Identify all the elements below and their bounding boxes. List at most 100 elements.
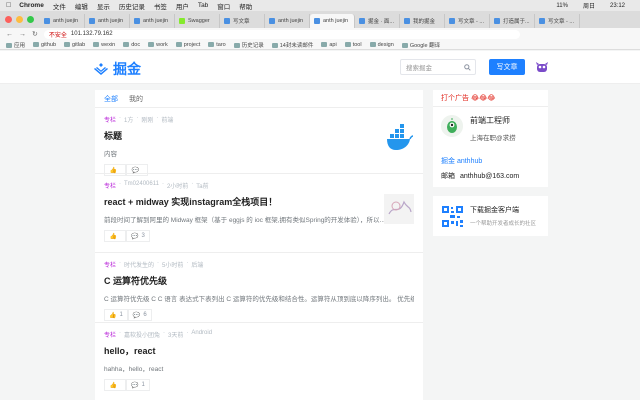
browser-tab[interactable]: 写文章 - ... xyxy=(535,14,580,28)
battery-level: 11% xyxy=(556,2,568,9)
logo-text: 掘金 xyxy=(113,61,141,77)
bookmark-item[interactable]: tool xyxy=(345,42,362,48)
browser-tab-active[interactable]: anth juejin xyxy=(310,14,355,28)
like-icon: 👍 xyxy=(109,167,118,174)
logo-icon xyxy=(94,63,108,75)
article-tag[interactable]: 专栏 xyxy=(104,330,116,339)
tab-all[interactable]: 全部 xyxy=(104,94,118,104)
article-author[interactable]: 1方 xyxy=(124,115,133,124)
browser-tab[interactable]: 我的掘金 xyxy=(400,14,445,28)
favicon-icon xyxy=(314,18,320,24)
article-author[interactable]: 嘉软投小团兔 xyxy=(124,330,160,339)
article-author[interactable]: Tm02400611 xyxy=(124,181,159,190)
article-title[interactable]: react + midway 实现instagram全栈项目！ xyxy=(104,195,414,208)
article-category[interactable]: Android xyxy=(191,330,212,339)
comment-count: 1 xyxy=(141,382,145,388)
bookmark-item[interactable]: project xyxy=(176,42,201,48)
article-item[interactable]: 专栏 · Tm02400611 · 2小时前 · Ta前 react + midway… xyxy=(95,174,423,253)
like-button[interactable]: 👍 xyxy=(104,230,126,242)
article-tag[interactable]: 专栏 xyxy=(104,260,116,269)
article-category[interactable]: 后端 xyxy=(191,260,203,269)
article-item[interactable]: 专栏 · 时代发生的 · 5小时前 · 后端 C 运算符优先级 C 运算符优先级 C … xyxy=(95,253,423,323)
browser-tab[interactable]: 掘金 · 面... xyxy=(355,14,400,28)
menubar-item-help[interactable]: 帮助 xyxy=(239,1,252,11)
search-icon[interactable] xyxy=(464,63,471,71)
qr-code-icon xyxy=(441,204,464,228)
article-category[interactable]: 前端 xyxy=(161,115,173,124)
minimize-window-button[interactable] xyxy=(16,16,23,23)
browser-tab[interactable]: anth juejin xyxy=(130,14,175,28)
address-input[interactable]: 不安全 101.132.79.162 xyxy=(43,29,520,39)
bookmark-item[interactable]: api xyxy=(321,42,336,48)
feed-tabs: 全部 我的 xyxy=(95,90,423,108)
browser-tab[interactable]: 打造属于... xyxy=(490,14,535,28)
browser-tab[interactable]: anth juejin xyxy=(40,14,85,28)
article-excerpt: C 运算符优先级 C C 语言 表达式下表列出 C 运算符的优先级和结合性。运算… xyxy=(104,296,414,303)
bookmark-item[interactable]: Google 翻译 xyxy=(402,41,440,49)
forward-icon[interactable]: → xyxy=(19,31,26,38)
browser-tab[interactable]: anth juejin xyxy=(85,14,130,28)
menubar-item-people[interactable]: 用户 xyxy=(176,1,189,11)
menubar-app[interactable]: Chrome xyxy=(19,2,44,9)
tab-mine[interactable]: 我的 xyxy=(129,94,143,104)
search-input[interactable]: 搜索掘金 xyxy=(400,59,476,75)
article-title[interactable]: C 运算符优先级 xyxy=(104,274,414,287)
menubar-item-bookmarks[interactable]: 书签 xyxy=(154,1,167,11)
write-article-button[interactable]: 写文章 xyxy=(489,59,525,75)
menubar-item-history[interactable]: 历史记录 xyxy=(119,1,145,11)
article-category[interactable]: Ta前 xyxy=(196,181,208,190)
zoom-window-button[interactable] xyxy=(27,16,34,23)
reload-icon[interactable]: ↻ xyxy=(32,30,38,38)
tab-label: anth juejin xyxy=(53,18,79,24)
bookmark-item[interactable]: 应用 xyxy=(6,41,25,49)
bookmark-item[interactable]: doc xyxy=(123,42,140,48)
article-tag[interactable]: 专栏 xyxy=(104,115,116,124)
like-button[interactable]: 👍 xyxy=(104,379,126,391)
browser-tab[interactable]: 写文章 - ... xyxy=(445,14,490,28)
bookmark-item[interactable]: design xyxy=(370,42,394,48)
bookmark-item[interactable]: 历史记录 xyxy=(234,41,264,49)
article-feed: 全部 我的 专栏 · 1方 · 刚刚 · 前端 标题 内容 👍 💬 专栏 · Tm024… xyxy=(95,90,423,400)
menubar-item-window[interactable]: 窗口 xyxy=(217,1,230,11)
menubar-item-file[interactable]: 文件 xyxy=(53,1,66,11)
author-juejin-link[interactable]: 掘金 anthhub xyxy=(441,156,482,166)
like-button[interactable]: 👍 1 xyxy=(104,309,128,321)
article-actions: 👍 💬 1 xyxy=(104,379,414,391)
tab-label: 写文章 xyxy=(233,19,250,25)
bookmark-item[interactable]: 14封未读邮件 xyxy=(272,41,314,49)
tab-label: 我的掘金 xyxy=(413,19,436,25)
site-logo[interactable]: 掘金 xyxy=(93,59,141,79)
bookmark-item[interactable]: github xyxy=(33,42,56,48)
author-name: 前端工程师 xyxy=(470,116,510,125)
bookmark-item[interactable]: gitlab xyxy=(64,42,85,48)
comment-button[interactable]: 💬 3 xyxy=(126,230,150,242)
comment-button[interactable]: 💬 1 xyxy=(126,379,150,391)
bookmark-item[interactable]: taro xyxy=(208,42,225,48)
bookmark-item[interactable]: work xyxy=(148,42,168,48)
article-author[interactable]: 时代发生的 xyxy=(124,260,154,269)
article-item[interactable]: 专栏 · 嘉软投小团兔 · 3天前 · Android hello，react hah… xyxy=(95,323,423,393)
article-item[interactable]: 专栏 · 1方 · 刚刚 · 前端 标题 内容 👍 💬 xyxy=(95,108,423,176)
download-title: 下载掘金客户端 xyxy=(470,207,519,214)
article-title[interactable]: 标题 xyxy=(104,129,414,142)
browser-tab[interactable]: anth juejin xyxy=(265,14,310,28)
apple-icon[interactable]:  xyxy=(6,2,11,9)
menubar-item-tab[interactable]: Tab xyxy=(198,2,208,9)
download-app-card[interactable]: 下载掘金客户端 一个帮助开发者成长的社区 xyxy=(433,196,548,236)
close-window-button[interactable] xyxy=(5,16,12,23)
user-avatar[interactable] xyxy=(535,60,549,74)
menubar-item-edit[interactable]: 编辑 xyxy=(75,1,88,11)
browser-tab[interactable]: 写文章 xyxy=(220,14,265,28)
tab-label: anth juejin xyxy=(323,18,349,24)
comment-button[interactable]: 💬 6 xyxy=(127,309,152,321)
site-header: 掘金 搜索掘金 写文章 xyxy=(0,51,640,84)
bookmark-item[interactable]: wexin xyxy=(93,42,115,48)
menubar-item-view[interactable]: 显示 xyxy=(97,1,110,11)
article-title[interactable]: hello，react xyxy=(104,344,414,357)
author-avatar[interactable] xyxy=(441,115,463,137)
browser-tab[interactable]: Swagger xyxy=(175,14,220,28)
back-icon[interactable]: ← xyxy=(6,31,13,38)
article-tag[interactable]: 专栏 xyxy=(104,181,116,190)
download-subtitle: 一个帮助开发者成长的社区 xyxy=(470,221,537,227)
window-controls xyxy=(5,16,34,23)
